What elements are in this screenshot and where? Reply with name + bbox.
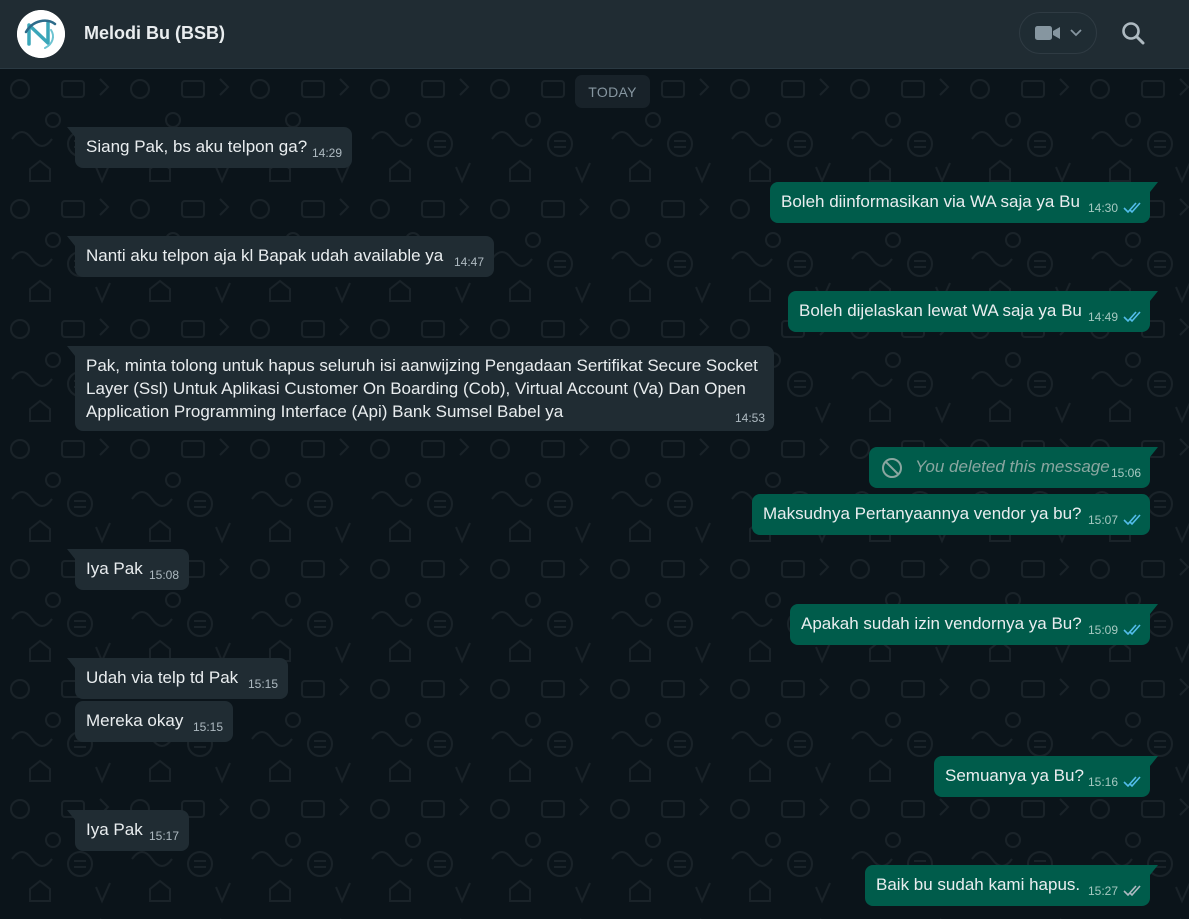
- outgoing-message[interactable]: Boleh diinformasikan via WA saja ya Bu 1…: [770, 182, 1158, 223]
- company-logo-icon: [17, 10, 65, 58]
- message-time: 15:08: [149, 568, 180, 582]
- deleted-message[interactable]: You deleted this message 15:06: [869, 447, 1158, 488]
- read-ticks-icon: [1123, 202, 1141, 214]
- incoming-message[interactable]: Iya Pak 15:17: [67, 810, 189, 851]
- message-text: Iya Pak: [86, 820, 143, 839]
- incoming-message[interactable]: Siang Pak, bs aku telpon ga? 14:29: [67, 127, 352, 168]
- message-time: 15:06: [1111, 466, 1142, 480]
- message-text: Maksudnya Pertanyaannya vendor ya bu?: [763, 504, 1082, 523]
- message-time: 15:17: [149, 829, 180, 843]
- message-text: Boleh diinformasikan via WA saja ya Bu: [781, 192, 1080, 211]
- message-time: 15:16: [1088, 775, 1119, 789]
- chevron-down-icon: [1070, 29, 1082, 37]
- message-time: 14:29: [312, 146, 343, 160]
- message-time: 14:30: [1088, 201, 1119, 215]
- delivered-ticks-icon: [1123, 885, 1141, 897]
- outgoing-message[interactable]: Boleh dijelaskan lewat WA saja ya Bu 14:…: [788, 291, 1158, 332]
- message-time: 14:47: [454, 255, 485, 269]
- message-text: Udah via telp td Pak: [86, 668, 239, 687]
- message-text: Pak, minta tolong untuk hapus seluruh is…: [86, 356, 758, 421]
- read-ticks-icon: [1123, 624, 1141, 636]
- read-ticks-icon: [1123, 311, 1141, 323]
- chat-header: Melodi Bu (BSB): [0, 0, 1189, 69]
- read-ticks-icon: [1123, 776, 1141, 788]
- message-time: 15:15: [248, 677, 279, 691]
- outgoing-message[interactable]: Semuanya ya Bu? 15:16: [934, 756, 1158, 797]
- message-time: 14:49: [1088, 310, 1119, 324]
- message-text: Semuanya ya Bu?: [945, 766, 1084, 785]
- message-time: 15:07: [1088, 513, 1119, 527]
- message-text: Baik bu sudah kami hapus.: [876, 875, 1081, 894]
- contact-avatar[interactable]: [17, 10, 65, 58]
- date-separator: TODAY: [575, 75, 650, 108]
- message-text: Siang Pak, bs aku telpon ga?: [86, 137, 308, 156]
- message-time: 15:27: [1088, 884, 1119, 898]
- video-call-icon: [1035, 26, 1060, 40]
- read-ticks-icon: [1123, 514, 1141, 526]
- message-time: 14:53: [735, 411, 766, 425]
- message-text: Iya Pak: [86, 559, 143, 578]
- search-button[interactable]: [1118, 18, 1150, 50]
- message-text: Nanti aku telpon aja kl Bapak udah avail…: [86, 246, 444, 265]
- message-list[interactable]: TODAY Siang Pak, bs aku telpon ga? 14:29…: [0, 69, 1189, 919]
- message-text: You deleted this message: [915, 457, 1110, 476]
- outgoing-message[interactable]: Baik bu sudah kami hapus. 15:27: [865, 865, 1158, 906]
- incoming-message[interactable]: Mereka okay 15:15: [75, 701, 233, 742]
- video-call-button[interactable]: [1019, 12, 1097, 54]
- incoming-message[interactable]: Udah via telp td Pak 15:15: [67, 658, 288, 699]
- incoming-message[interactable]: Iya Pak 15:08: [67, 549, 189, 590]
- message-text: Apakah sudah izin vendornya ya Bu?: [801, 614, 1082, 633]
- outgoing-message[interactable]: Apakah sudah izin vendornya ya Bu? 15:09: [790, 604, 1158, 645]
- message-time: 15:09: [1088, 623, 1119, 637]
- search-icon: [1122, 22, 1145, 45]
- incoming-message[interactable]: Pak, minta tolong untuk hapus seluruh is…: [67, 346, 774, 431]
- message-time: 15:15: [193, 720, 224, 734]
- outgoing-message[interactable]: Maksudnya Pertanyaannya vendor ya bu? 15…: [752, 494, 1150, 535]
- incoming-message[interactable]: Nanti aku telpon aja kl Bapak udah avail…: [67, 236, 494, 277]
- block-icon: [882, 458, 902, 478]
- message-text: Boleh dijelaskan lewat WA saja ya Bu: [799, 301, 1082, 320]
- contact-name[interactable]: Melodi Bu (BSB): [84, 23, 225, 44]
- message-text: Mereka okay: [86, 711, 184, 730]
